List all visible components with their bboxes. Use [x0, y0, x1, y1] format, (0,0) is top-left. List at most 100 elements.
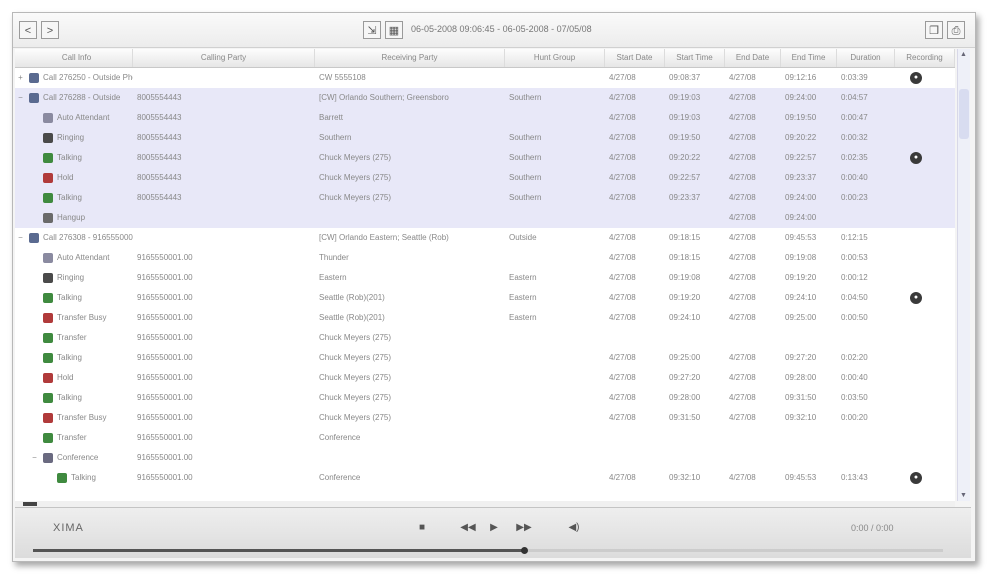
cell-calling-party: 9165550001.00: [137, 313, 193, 322]
cell-start-time: 09:19:03: [669, 113, 701, 122]
cell-start-date: 4/27/08: [609, 233, 636, 242]
table-row[interactable]: Talking 9165550001.00 Chuck Meyers (275) 4/…: [15, 348, 955, 368]
cell-call-info: Talking: [57, 353, 82, 362]
table-row[interactable]: Ringing 8005554443 Southern Southern 4/27/08…: [15, 128, 955, 148]
table-row[interactable]: Hold 9165550001.00 Chuck Meyers (275) 4/27/…: [15, 368, 955, 388]
cell-duration: [841, 428, 893, 448]
cell-start-time: 09:31:50: [669, 413, 701, 422]
record-play-icon[interactable]: ●: [910, 292, 922, 304]
collapse-icon[interactable]: −: [17, 94, 24, 102]
cell-start-time: 09:19:08: [669, 273, 701, 282]
table-row[interactable]: Hold 8005554443 Chuck Meyers (275) Southern…: [15, 168, 955, 188]
collapse-icon[interactable]: −: [17, 234, 24, 242]
column-header[interactable]: Recording: [895, 49, 955, 67]
export-icon[interactable]: ⇲: [363, 21, 381, 39]
column-header[interactable]: Start Date: [605, 49, 665, 67]
back-icon[interactable]: <: [19, 21, 37, 39]
expand-icon[interactable]: +: [17, 74, 24, 82]
cell-calling-party: 9165550001.00: [137, 413, 193, 422]
cell-duration: 0:13:43: [841, 473, 868, 482]
cell-start-time: 09:19:20: [669, 293, 701, 302]
cell-calling-party: 8005554443: [137, 173, 182, 182]
table-row[interactable]: Auto Attendant 9165550001.00 Thunder 4/27/0…: [15, 248, 955, 268]
cell-duration: 0:00:40: [841, 373, 868, 382]
table-row[interactable]: − Conference 9165550001.00: [15, 448, 955, 468]
table-row[interactable]: Auto Attendant 8005554443 Barrett 4/27/08 09…: [15, 108, 955, 128]
cell-receiving-party: Chuck Meyers (275): [319, 173, 392, 182]
cell-hunt-group: [509, 348, 603, 368]
transfer-icon: [43, 333, 53, 343]
cell-hunt-group: Eastern: [509, 313, 537, 322]
cell-end-time: 09:19:50: [785, 113, 817, 122]
column-header[interactable]: Duration: [837, 49, 895, 67]
column-header[interactable]: Start Time: [665, 49, 725, 67]
ringing-icon: [43, 273, 53, 283]
record-play-icon[interactable]: ●: [910, 472, 922, 484]
volume-icon[interactable]: ◀): [563, 520, 585, 536]
rewind-icon[interactable]: ◀◀: [457, 520, 479, 536]
progress-knob[interactable]: [521, 547, 529, 554]
cell-end-time: 09:45:53: [785, 233, 817, 242]
table-row[interactable]: − Call 276308 - 9165550001.00 [CW] Orlando…: [15, 228, 955, 248]
talking-icon: [57, 473, 67, 483]
copy-icon[interactable]: ❐: [925, 21, 943, 39]
cell-hunt-group: Eastern: [509, 293, 537, 302]
cell-hunt-group: Southern: [509, 133, 542, 142]
table-row[interactable]: Transfer 9165550001.00 Conference: [15, 428, 955, 448]
cell-calling-party: 9165550001.00: [137, 473, 193, 482]
table-row[interactable]: − Call 276288 - Outside 8005554443 [CW] Orl…: [15, 88, 955, 108]
print-icon[interactable]: ⎙: [947, 21, 965, 39]
table-row[interactable]: + Call 276250 - Outside Phone (253) CW 555…: [15, 68, 955, 88]
table-row[interactable]: Talking 9165550001.00 Seattle (Rob)(201) Ea…: [15, 288, 955, 308]
column-header[interactable]: Hunt Group: [505, 49, 605, 67]
grid-icon[interactable]: ▦: [385, 21, 403, 39]
playback-progress[interactable]: [33, 547, 943, 554]
forward-icon[interactable]: ▶▶: [513, 520, 535, 536]
cell-start-time: [669, 428, 723, 448]
cell-start-time: 09:08:37: [669, 73, 701, 82]
cell-duration: 0:00:47: [841, 113, 868, 122]
cell-duration: 0:03:50: [841, 393, 868, 402]
cell-end-time: [785, 328, 835, 348]
horizontal-scroll-thumb[interactable]: [23, 502, 37, 506]
cell-call-info: Transfer Busy: [57, 313, 107, 322]
cell-start-date: [609, 428, 663, 448]
cell-receiving-party: Thunder: [319, 253, 349, 262]
column-header[interactable]: Calling Party: [133, 49, 315, 67]
cell-start-date: 4/27/08: [609, 93, 636, 102]
column-header[interactable]: End Time: [781, 49, 837, 67]
table-row[interactable]: Transfer 9165550001.00 Chuck Meyers (275): [15, 328, 955, 348]
play-icon[interactable]: ▶: [485, 520, 503, 536]
table-row[interactable]: Transfer Busy 9165550001.00 Chuck Meyers (…: [15, 408, 955, 428]
stop-icon[interactable]: ■: [413, 520, 431, 536]
scroll-up-icon[interactable]: ▲: [960, 51, 967, 58]
cell-start-time: 09:18:15: [669, 233, 701, 242]
vertical-scrollbar[interactable]: ▲ ▼: [957, 49, 970, 501]
column-header[interactable]: Call Info: [21, 49, 133, 67]
cell-calling-party: 8005554443: [137, 93, 182, 102]
scroll-down-icon[interactable]: ▼: [960, 492, 967, 499]
record-play-icon[interactable]: ●: [910, 72, 922, 84]
forward-nav-icon[interactable]: >: [41, 21, 59, 39]
table-row[interactable]: Talking 9165550001.00 Chuck Meyers (275) 4/…: [15, 388, 955, 408]
table-row[interactable]: Ringing 9165550001.00 Eastern Eastern 4/27/0…: [15, 268, 955, 288]
cell-receiving-party: Seattle (Rob)(201): [319, 293, 385, 302]
record-play-icon[interactable]: ●: [910, 152, 922, 164]
cell-start-date: [609, 328, 663, 348]
table-row[interactable]: Transfer Busy 9165550001.00 Seattle (Rob)(…: [15, 308, 955, 328]
table-row[interactable]: Talking 8005554443 Chuck Meyers (275) South…: [15, 188, 955, 208]
cell-end-date: 4/27/08: [729, 93, 756, 102]
cell-calling-party: [137, 208, 313, 228]
cell-end-date: 4/27/08: [729, 353, 756, 362]
cell-calling-party: [137, 68, 313, 88]
cell-duration: [841, 328, 893, 348]
table-row[interactable]: Talking 8005554443 Chuck Meyers (275) South…: [15, 148, 955, 168]
column-header[interactable]: End Date: [725, 49, 781, 67]
table-row[interactable]: Hangup 4/27/08 09:24:00: [15, 208, 955, 228]
column-header[interactable]: Receiving Party: [315, 49, 505, 67]
vertical-scroll-thumb[interactable]: [959, 89, 969, 139]
cell-call-info: Ringing: [57, 273, 85, 282]
collapse-icon[interactable]: −: [31, 454, 38, 462]
cell-end-date: 4/27/08: [729, 473, 756, 482]
table-row[interactable]: Talking 9165550001.00 Conference 4/27/08 09:…: [15, 468, 955, 488]
